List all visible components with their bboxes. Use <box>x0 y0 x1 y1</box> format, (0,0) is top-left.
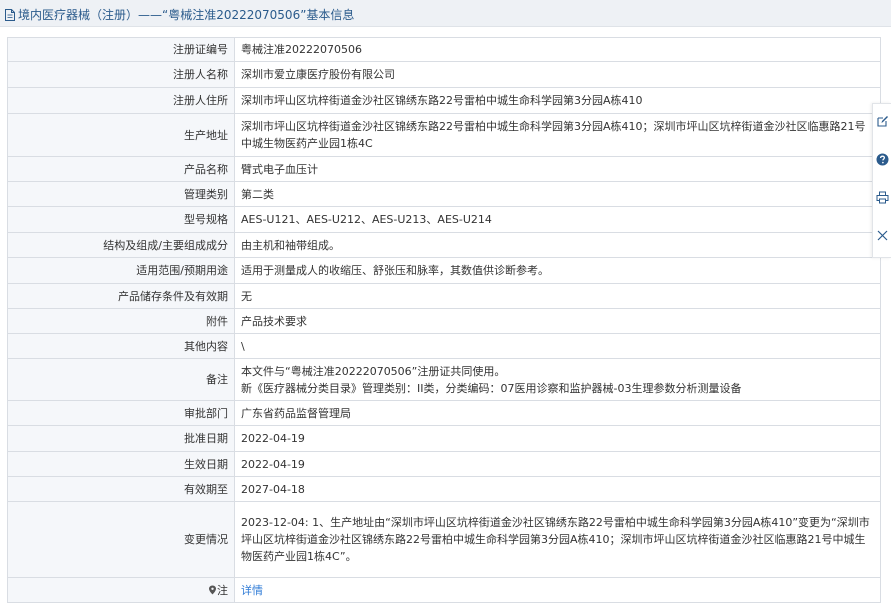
row-value: AES-U121、AES-U212、AES-U213、AES-U214 <box>234 206 881 233</box>
row-label: 产品名称 <box>7 156 235 182</box>
row-value: 深圳市坪山区坑梓街道金沙社区锦绣东路22号雷柏中城生命科学园第3分园A栋410 <box>234 87 881 114</box>
row-value: 适用于测量成人的收缩压、舒张压和脉率，其数值供诊断参考。 <box>234 257 881 284</box>
title-bar: 境内医疗器械（注册）——“粤械注准20222070506”基本信息 <box>0 0 891 27</box>
row-label: 其他内容 <box>7 333 235 359</box>
row-value: 2022-04-19 <box>234 425 881 452</box>
row-label: 审批部门 <box>7 400 235 426</box>
row-value: 臂式电子血压计 <box>234 156 881 182</box>
row-value: 本文件与“粤械注准20222070506”注册证共同使用。 新《医疗器械分类目录… <box>234 358 881 401</box>
remark-line-2: 新《医疗器械分类目录》管理类别：II类，分类编码：07医用诊察和监护器械-03生… <box>241 381 742 395</box>
row-value: 第二类 <box>234 181 881 207</box>
row-label: 注册人住所 <box>7 87 235 114</box>
table-row: 其他内容 \ <box>7 333 881 359</box>
document-icon <box>5 8 15 21</box>
row-label: 型号规格 <box>7 206 235 233</box>
location-pin-icon <box>209 585 216 594</box>
row-label: 生效日期 <box>7 451 235 477</box>
row-label: 生产地址 <box>7 113 235 157</box>
table-row: 审批部门 广东省药品监督管理局 <box>7 400 881 426</box>
row-label: 注册证编号 <box>7 37 235 62</box>
table-row: 适用范围/预期用途 适用于测量成人的收缩压、舒张压和脉率，其数值供诊断参考。 <box>7 257 881 284</box>
side-toolbar <box>872 103 891 258</box>
page-title-text: 境内医疗器械（注册）——“粤械注准20222070506”基本信息 <box>18 8 355 22</box>
row-label: 适用范围/预期用途 <box>7 257 235 284</box>
row-label: 备注 <box>7 358 235 401</box>
row-label: 有效期至 <box>7 476 235 502</box>
close-icon[interactable] <box>875 228 890 243</box>
row-value: 无 <box>234 283 881 309</box>
row-label: 批准日期 <box>7 425 235 452</box>
table-row: 注册人住所 深圳市坪山区坑梓街道金沙社区锦绣东路22号雷柏中城生命科学园第3分园… <box>7 87 881 114</box>
row-label: 变更情况 <box>7 501 235 578</box>
row-value: 2027-04-18 <box>234 476 881 502</box>
row-value: 2023-12-04: 1、生产地址由“深圳市坪山区坑梓街道金沙社区锦绣东路22… <box>234 501 881 578</box>
remark-line-1: 本文件与“粤械注准20222070506”注册证共同使用。 <box>241 364 506 378</box>
table-row: 管理类别 第二类 <box>7 181 881 207</box>
row-value: 深圳市坪山区坑梓街道金沙社区锦绣东路22号雷柏中城生命科学园第3分园A栋410；… <box>234 113 881 157</box>
row-label: 产品储存条件及有效期 <box>7 283 235 309</box>
row-value: 广东省药品监督管理局 <box>234 400 881 426</box>
print-icon[interactable] <box>875 190 890 205</box>
row-label: 注册人名称 <box>7 61 235 88</box>
row-label: 附件 <box>7 308 235 334</box>
table-row: 型号规格 AES-U121、AES-U212、AES-U213、AES-U214 <box>7 206 881 233</box>
table-row: 注册人名称 深圳市爱立康医疗股份有限公司 <box>7 61 881 88</box>
note-label: 注 <box>7 577 235 603</box>
row-value: \ <box>234 333 881 359</box>
table-row: 有效期至 2027-04-18 <box>7 476 881 502</box>
row-value: 深圳市爱立康医疗股份有限公司 <box>234 61 881 88</box>
note-label-text: 注 <box>217 583 228 597</box>
table-row: 备注 本文件与“粤械注准20222070506”注册证共同使用。 新《医疗器械分… <box>7 358 881 401</box>
edit-icon[interactable] <box>875 114 890 129</box>
row-label: 结构及组成/主要组成成分 <box>7 232 235 258</box>
details-link[interactable]: 详情 <box>241 584 263 597</box>
row-value: 由主机和袖带组成。 <box>234 232 881 258</box>
table-row: 产品储存条件及有效期 无 <box>7 283 881 309</box>
row-label: 管理类别 <box>7 181 235 207</box>
table-row: 注 详情 <box>7 577 881 603</box>
table-row: 生产地址 深圳市坪山区坑梓街道金沙社区锦绣东路22号雷柏中城生命科学园第3分园A… <box>7 113 881 157</box>
table-row: 注册证编号 粤械注准20222070506 <box>7 37 881 62</box>
row-value: 产品技术要求 <box>234 308 881 334</box>
row-value: 详情 <box>234 577 881 603</box>
page-title: 境内医疗器械（注册）——“粤械注准20222070506”基本信息 <box>4 6 354 23</box>
table-row: 生效日期 2022-04-19 <box>7 451 881 477</box>
table-row: 批准日期 2022-04-19 <box>7 425 881 452</box>
info-table: 注册证编号 粤械注准20222070506 注册人名称 深圳市爱立康医疗股份有限… <box>7 37 881 603</box>
table-row: 变更情况 2023-12-04: 1、生产地址由“深圳市坪山区坑梓街道金沙社区锦… <box>7 501 881 578</box>
help-icon[interactable] <box>875 152 890 167</box>
table-row: 附件 产品技术要求 <box>7 308 881 334</box>
row-value: 2022-04-19 <box>234 451 881 477</box>
table-row: 产品名称 臂式电子血压计 <box>7 156 881 182</box>
table-row: 结构及组成/主要组成成分 由主机和袖带组成。 <box>7 232 881 258</box>
row-value: 粤械注准20222070506 <box>234 37 881 62</box>
